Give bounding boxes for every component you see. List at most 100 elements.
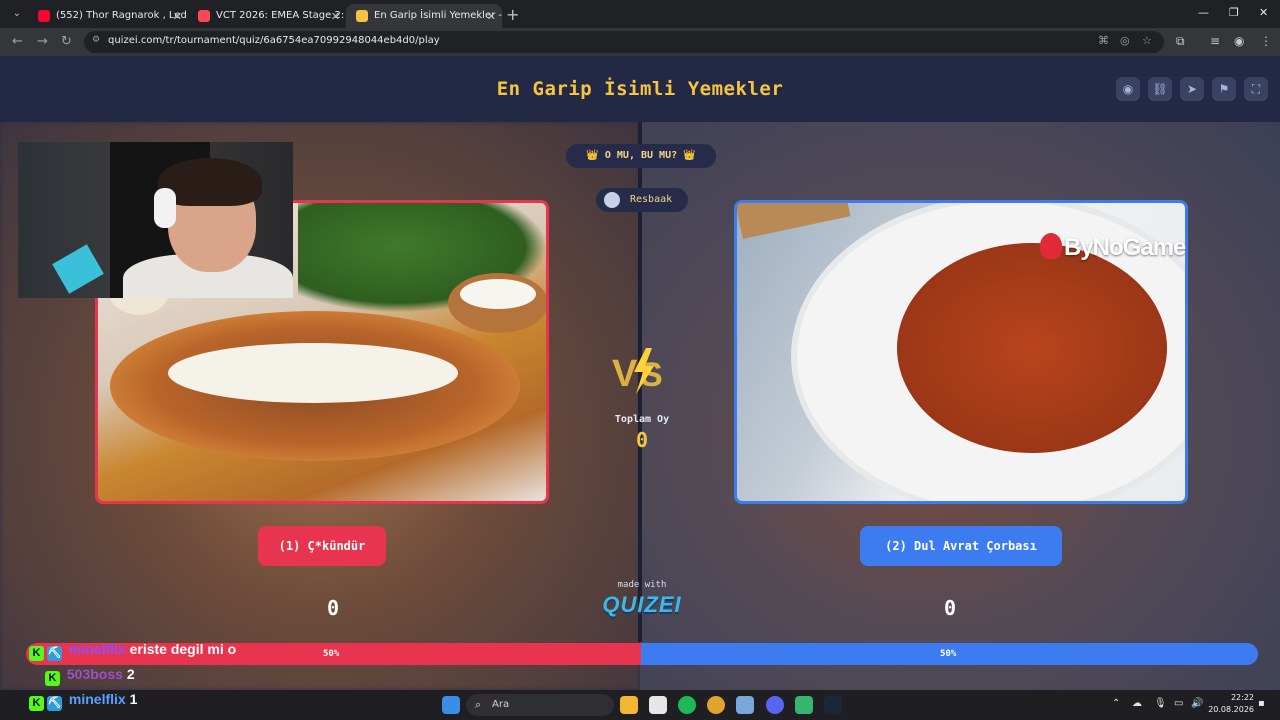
soup-image-part xyxy=(897,243,1167,453)
chat-username: minelflix xyxy=(68,641,126,657)
right-vote-percent: 50% xyxy=(940,649,957,659)
valorant-icon xyxy=(198,10,210,22)
tab-label: En Garip İsimli Yemekler - Tier L xyxy=(374,10,502,21)
steam-icon[interactable] xyxy=(824,696,842,714)
left-vote-count: 0 xyxy=(326,596,340,620)
minimize-button[interactable]: — xyxy=(1198,6,1209,19)
volume-icon[interactable]: 🔊 xyxy=(1191,698,1203,709)
youtube-icon xyxy=(38,10,50,22)
search-icon: ⌕ xyxy=(475,698,482,711)
kick-badge-icon: K xyxy=(45,671,60,686)
choose-right-button[interactable]: (2) Dul Avrat Çorbası xyxy=(860,526,1062,566)
chat-text: 1 xyxy=(129,691,138,707)
quiz-header: En Garip İsimli Yemekler ◉ ⛓ ➤ ⚑ ⛶ xyxy=(0,56,1280,122)
close-tab-icon[interactable]: ✕ xyxy=(487,7,496,27)
forward-button[interactable]: → xyxy=(37,34,48,49)
tab-search-icon[interactable]: ⌄ xyxy=(8,6,26,22)
file-explorer-icon[interactable] xyxy=(620,696,638,714)
app-icon[interactable] xyxy=(795,696,813,714)
webcam-overlay xyxy=(18,142,293,298)
mode-badge: 👑 O MU, BU MU? 👑 xyxy=(566,144,716,168)
profile-icon[interactable]: ◉ xyxy=(1234,34,1244,48)
right-vote-bar: 50% xyxy=(641,643,1258,665)
windows-start-icon[interactable] xyxy=(442,696,460,714)
choose-left-button[interactable]: (1) Ç*kündür xyxy=(258,526,386,566)
made-with-label: made with xyxy=(617,580,667,590)
clock-time: 22:22 xyxy=(1230,693,1254,702)
maximize-button[interactable]: ❐ xyxy=(1229,6,1239,19)
chat-username: minelflix xyxy=(68,691,126,707)
pickaxe-badge-icon: ⛏ xyxy=(47,646,62,661)
discord-icon[interactable] xyxy=(766,696,784,714)
username: Resbaak xyxy=(630,194,673,205)
eye-off-icon[interactable]: ◎ xyxy=(1120,34,1130,47)
network-app-icon[interactable] xyxy=(736,696,754,714)
tab-label: VCT 2026: EMEA Stage 2: Brack xyxy=(216,10,346,21)
close-window-button[interactable]: ✕ xyxy=(1259,6,1268,19)
spotify-icon[interactable] xyxy=(678,696,696,714)
clock[interactable]: 22:22 20.08.2026 xyxy=(1206,692,1254,716)
chat-text: eriste degil mi o xyxy=(129,641,237,657)
browser-toolbar: ← → ↻ ⚙ quizei.com/tr/tournament/quiz/6a… xyxy=(0,28,1280,56)
chrome-icon[interactable] xyxy=(707,696,725,714)
taskbar-search-label: Ara xyxy=(492,699,510,710)
taskbar-search[interactable]: ⌕ Ara xyxy=(466,694,614,716)
site-info-icon[interactable]: ⚙ xyxy=(92,35,104,47)
left-vote-percent: 50% xyxy=(323,649,340,659)
menu-icon[interactable]: ⋮ xyxy=(1260,34,1272,48)
chat-message: K ⛏ minelflix eriste degil mi o xyxy=(29,641,236,661)
eye-icon[interactable]: ◉ xyxy=(1116,77,1140,101)
headset-image-part xyxy=(154,188,176,228)
bynogame-watermark: ByNoGame xyxy=(1040,233,1186,262)
windows-taskbar: ⌕ Ara ⌃ ☁ 🎙 ▭ 🔊 22:22 20.08.2026 ▪ xyxy=(0,690,1280,720)
total-votes-label: Toplam Oy xyxy=(614,414,670,425)
tab-vct[interactable]: VCT 2026: EMEA Stage 2: Brack ✕ xyxy=(188,4,346,28)
reload-button[interactable]: ↻ xyxy=(61,34,72,49)
back-button[interactable]: ← xyxy=(12,34,23,49)
tray-chevron-icon[interactable]: ⌃ xyxy=(1112,698,1120,709)
close-tab-icon[interactable]: ✕ xyxy=(173,7,182,27)
microphone-icon[interactable]: 🎙 xyxy=(1154,698,1167,709)
quiz-page: En Garip İsimli Yemekler ◉ ⛓ ➤ ⚑ ⛶ 👑 O M… xyxy=(0,56,1280,690)
fullscreen-icon[interactable]: ⛶ xyxy=(1244,77,1268,101)
tab-youtube[interactable]: (552) Thor Ragnarok , Led Zepp ✕ xyxy=(28,4,188,28)
chat-message: K ⛏ minelflix 1 xyxy=(29,691,137,711)
reading-list-icon[interactable]: ≡ xyxy=(1210,34,1220,48)
send-icon[interactable]: ➤ xyxy=(1180,77,1204,101)
bookmark-star-icon[interactable]: ☆ xyxy=(1142,34,1152,47)
flag-icon[interactable]: ⚑ xyxy=(1212,77,1236,101)
tab-label: (552) Thor Ragnarok , Led Zepp xyxy=(56,10,188,21)
svg-text:V: V xyxy=(612,353,638,395)
cloud-icon[interactable]: ☁ xyxy=(1132,698,1142,709)
chat-username: 503boss xyxy=(66,666,123,682)
page-title: En Garip İsimli Yemekler xyxy=(496,78,784,100)
pickaxe-badge-icon: ⛏ xyxy=(47,696,62,711)
url-text: quizei.com/tr/tournament/quiz/6a6754ea70… xyxy=(108,35,440,46)
total-votes-value: 0 xyxy=(635,428,649,452)
network-icon[interactable]: ▭ xyxy=(1174,698,1183,709)
kick-badge-icon: K xyxy=(29,646,44,661)
yogurt-sauce-image-part xyxy=(168,343,458,403)
quizei-logo[interactable]: QUIZEI xyxy=(596,592,688,618)
browser-tab-bar: ⌄ (552) Thor Ragnarok , Led Zepp ✕ VCT 2… xyxy=(0,0,1280,28)
translate-icon[interactable]: ⌘ xyxy=(1098,34,1109,47)
wooden-board-image-part xyxy=(737,203,851,239)
vs-lightning-icon: V S xyxy=(612,348,663,395)
address-bar[interactable]: ⚙ quizei.com/tr/tournament/quiz/6a6754ea… xyxy=(84,31,1164,53)
chat-message: K 503boss 2 xyxy=(45,666,135,686)
chat-text: 2 xyxy=(126,666,135,682)
yogurt-bowl-image-part xyxy=(448,273,546,333)
bynogame-logo-icon xyxy=(1040,233,1062,259)
avatar xyxy=(604,192,620,208)
link-icon[interactable]: ⛓ xyxy=(1148,77,1172,101)
kick-badge-icon: K xyxy=(29,696,44,711)
extensions-icon[interactable]: ⧉ xyxy=(1176,34,1185,49)
notification-icon[interactable]: ▪ xyxy=(1258,698,1265,709)
tab-quizei[interactable]: En Garip İsimli Yemekler - Tier L ✕ xyxy=(346,4,502,28)
new-tab-button[interactable]: + xyxy=(506,5,519,24)
right-vote-count: 0 xyxy=(943,596,957,620)
close-tab-icon[interactable]: ✕ xyxy=(331,7,340,27)
microphone-image-part xyxy=(52,244,104,294)
user-badge[interactable]: Resbaak xyxy=(596,188,688,212)
store-icon[interactable] xyxy=(649,696,667,714)
